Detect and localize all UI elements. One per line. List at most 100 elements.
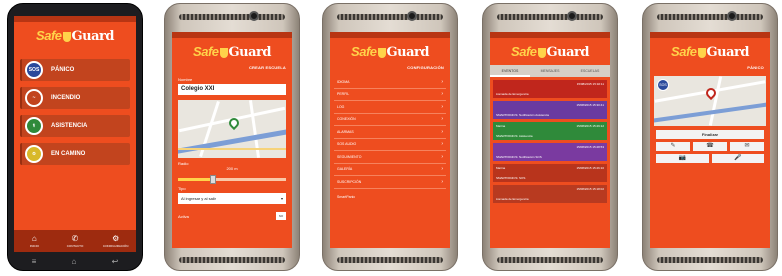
chevron-right-icon: › <box>441 103 443 110</box>
logo-guard: Guard <box>228 45 272 60</box>
microphone-icon[interactable]: 🎤 <box>711 154 764 163</box>
event-card[interactable]: Marina 15/08/2015 15:26:10 SMARTPANICS: SO… <box>493 164 607 182</box>
app-logo: Safe Guard <box>14 28 136 45</box>
header-link[interactable]: CONFIGURACIÓN <box>330 61 450 72</box>
radius-value: 200 m <box>226 166 238 171</box>
event-date: 15/08/2015 15:30:41 <box>576 103 604 107</box>
menu-item[interactable]: SOS AUDIO › <box>334 139 446 151</box>
system-nav-bar: ≡ ⌂ ↩ <box>14 254 136 268</box>
finish-button[interactable]: Finalizar <box>656 130 764 139</box>
camera-icon <box>407 11 417 21</box>
type-label: Tipo <box>178 186 186 191</box>
menu-icon[interactable]: ≡ <box>32 257 37 266</box>
event-card[interactable]: 15/08/2015 15:30:41 SMARTPANICS: Notifica… <box>493 101 607 119</box>
event-date: 15/08/2015 15:18:02 <box>576 187 604 191</box>
active-toggle[interactable]: NO <box>276 212 286 220</box>
speaker-grille <box>657 14 763 20</box>
header-link[interactable]: PÁNICO <box>650 61 770 72</box>
menu-item[interactable]: PERFIL › <box>334 89 446 101</box>
alert-label: ASISTENCIA <box>51 123 88 129</box>
shield-icon <box>219 47 228 58</box>
menu-item[interactable]: SEGUIMIENTO › <box>334 151 446 164</box>
back-icon[interactable]: ↩ <box>112 257 119 266</box>
shield-icon <box>377 47 386 58</box>
bottom-tab-bar: ⌂ INICIO ✆ CONTACTO ⚙ CONFIGURACIÓN <box>14 230 136 252</box>
event-card-header: 15/08/2015 15:28:53 <box>496 145 604 149</box>
alert-button[interactable]: ⦸ EN CAMINO <box>20 143 130 165</box>
speaker-grille <box>179 14 285 20</box>
tab-item[interactable]: ⚙ CONFIGURACIÓN <box>95 230 136 252</box>
status-bar <box>490 32 610 38</box>
radius-slider[interactable] <box>178 175 286 184</box>
events-tabs: EVENTOS MENSAJES ESCUELAS <box>490 65 610 77</box>
menu-item[interactable]: SUSCRIPCIÓN › <box>334 176 446 189</box>
edit-icon[interactable]: ✎ <box>656 142 690 151</box>
camera-icon <box>249 11 259 21</box>
status-bar <box>330 32 450 38</box>
create-school-screen: Safe Guard CREAR ESCUELA Nombre Colegio X… <box>172 32 292 248</box>
alert-icon: ~ <box>25 89 43 107</box>
event-card[interactable]: 15/08/2015 15:28:53 SMARTPANICS: Notifica… <box>493 143 607 161</box>
events-tab[interactable]: EVENTOS <box>490 65 530 77</box>
alert-button[interactable]: ⚕ ASISTENCIA <box>20 115 130 137</box>
menu-item[interactable]: ALARMAS › <box>334 126 446 139</box>
alert-icon: ⦸ <box>25 145 43 163</box>
shield-icon <box>537 47 546 58</box>
camera-icon[interactable]: 📷 <box>656 154 709 163</box>
logo-safe: Safe <box>671 44 697 59</box>
camera-icon <box>727 11 737 21</box>
event-sub: Marina <box>496 124 506 128</box>
events-tab[interactable]: ESCUELAS <box>570 65 610 77</box>
event-title: SMARTPANICS: Asistencia <box>496 134 533 138</box>
chevron-right-icon: › <box>441 141 443 148</box>
shield-icon <box>62 31 71 42</box>
panic-map[interactable]: SOS <box>654 76 766 126</box>
event-card[interactable]: Marina 15/08/2015 15:29:12 SMARTPANICS: As… <box>493 122 607 140</box>
event-card[interactable]: 15/08/2015 15:32:11 Llamada de Emergencia <box>493 80 607 98</box>
chevron-right-icon: › <box>441 91 443 98</box>
menu-item[interactable]: GALERÍA › <box>334 164 446 176</box>
phone-top <box>323 4 457 32</box>
menu-item[interactable]: LOG › <box>334 101 446 114</box>
tab-item[interactable]: ⌂ INICIO <box>14 230 55 252</box>
map-road <box>708 76 723 126</box>
tab-item[interactable]: ✆ CONTACTO <box>55 230 96 252</box>
action-row-1: ✎ ☎ ✉ <box>656 142 764 151</box>
event-card[interactable]: 15/08/2015 15:18:02 Llamada de Emergencia <box>493 185 607 203</box>
message-icon[interactable]: ✉ <box>730 142 764 151</box>
type-select[interactable]: Al ingresar y al salir ▾ <box>178 193 286 204</box>
menu-item[interactable]: IDIOMA › <box>334 76 446 89</box>
phone-icon[interactable]: ☎ <box>693 142 727 151</box>
chevron-right-icon: › <box>441 128 443 135</box>
menu-item-label: IDIOMA <box>337 79 350 84</box>
event-card-header: 15/08/2015 15:32:11 <box>496 82 604 86</box>
events-screen: Safe Guard EVENTOS MENSAJES ESCUELAS 15/08/… <box>490 32 610 248</box>
app-logo: Safe Guard <box>330 44 450 61</box>
alert-button-list: SOS PÁNICO ~ INCENDIO ⚕ ASISTENCIA ⦸ EN CAMINO <box>14 59 136 165</box>
settings-menu: IDIOMA › PERFIL › LOG › CONEXIÓN › ALARMAS › SOS A… <box>330 76 450 189</box>
name-label: Nombre <box>178 77 193 82</box>
phone-panic-detail: Safe Guard PÁNICO SOS Finalizar ✎ ☎ ✉ 📷 🎤 <box>642 3 778 271</box>
event-title: SMARTPANICS: Notificación Asistencia <box>496 113 549 117</box>
menu-item[interactable]: CONEXIÓN › <box>334 114 446 126</box>
home-icon[interactable]: ⌂ <box>72 257 77 266</box>
name-input[interactable]: Colegio XXI <box>178 84 286 95</box>
events-tab[interactable]: MENSAJES <box>530 65 570 77</box>
logo-safe: Safe <box>351 44 377 59</box>
tab-icon: ⚙ <box>112 234 120 243</box>
slider-handle[interactable] <box>209 175 216 184</box>
menu-item-label: ALARMAS <box>337 129 354 134</box>
alert-button[interactable]: SOS PÁNICO <box>20 59 130 81</box>
alert-button[interactable]: ~ INCENDIO <box>20 87 130 109</box>
phone-home: Safe Guard SOS PÁNICO ~ INCENDIO ⚕ ASISTENCIA ⦸… <box>7 3 143 271</box>
chevron-right-icon: › <box>441 116 443 123</box>
menu-item-label: PERFIL <box>337 92 350 97</box>
action-row-2: 📷 🎤 <box>656 154 764 163</box>
event-list: 15/08/2015 15:32:11 Llamada de Emergencia… <box>490 77 610 209</box>
menu-item-label: LOG <box>337 104 345 109</box>
logo-guard: Guard <box>546 45 590 60</box>
speaker-grille <box>337 257 443 263</box>
school-map[interactable] <box>178 100 286 158</box>
header-link[interactable]: CREAR ESCUELA <box>172 61 292 72</box>
active-label: Activa <box>178 213 189 219</box>
